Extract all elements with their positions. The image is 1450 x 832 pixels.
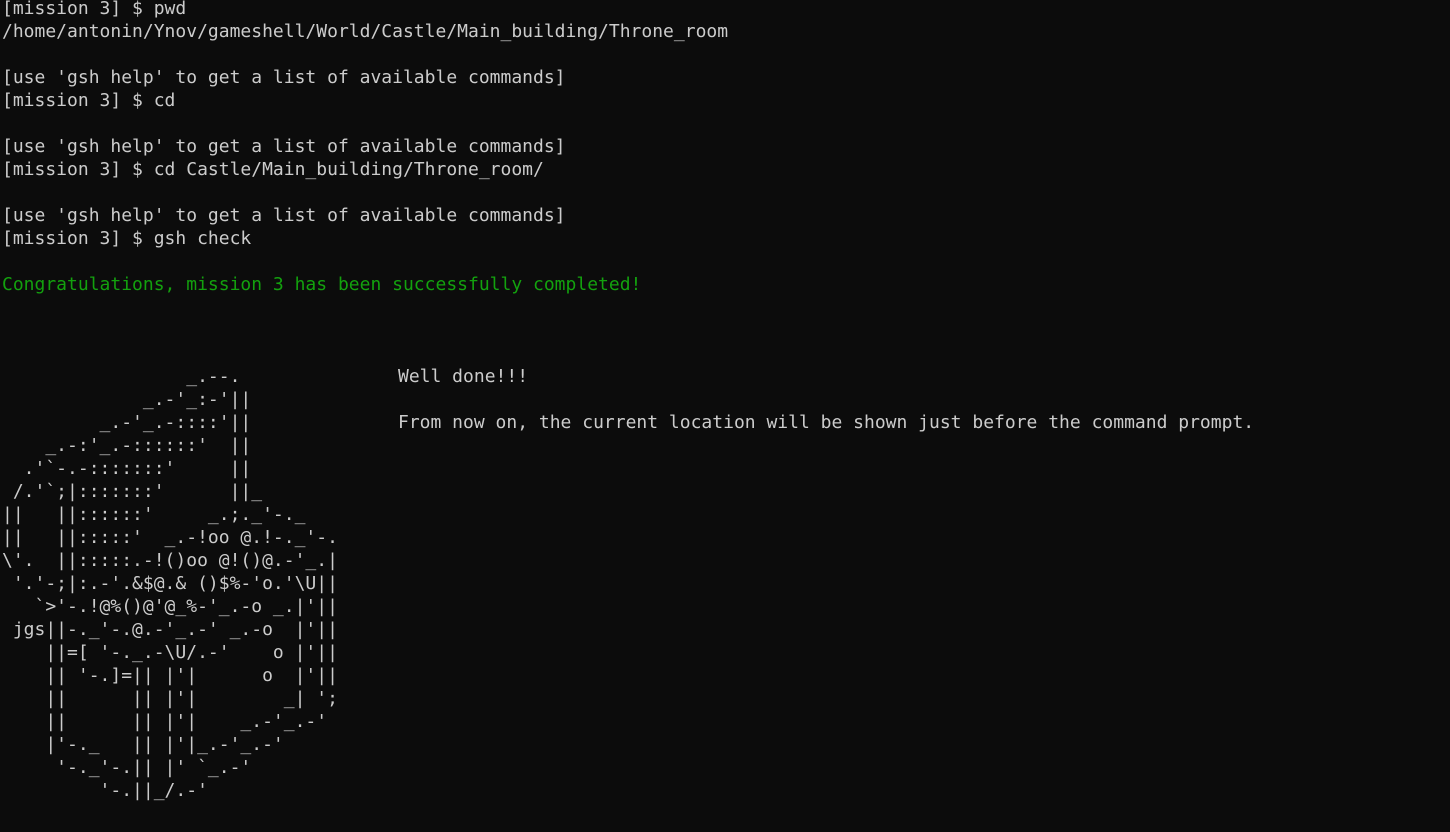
prompt-line: [mission 3] $ pwd [2,0,187,19]
location-info-message: From now on, the current location will b… [398,412,1255,433]
castle-ascii-art: _.--. _.-'_:-'|| _.-'_.-::::'|| _.-:'_.-… [2,366,338,801]
prompt-line: [mission 3] $ cd [2,90,176,111]
prompt-line: [mission 3] $ cd Castle/Main_building/Th… [2,159,544,180]
prompt-line: [mission 3] $ gsh check [2,228,252,249]
hint-line: [use 'gsh help' to get a list of availab… [2,136,566,157]
output-line: /home/antonin/Ynov/gameshell/World/Castl… [2,21,729,42]
success-message: Congratulations, mission 3 has been succ… [2,274,642,295]
terminal-window[interactable]: [mission 3] $ pwd /home/antonin/Ynov/gam… [0,0,1450,832]
hint-line: [use 'gsh help' to get a list of availab… [2,205,566,226]
hint-line: [use 'gsh help' to get a list of availab… [2,67,566,88]
well-done-message: Well done!!! [398,366,529,387]
